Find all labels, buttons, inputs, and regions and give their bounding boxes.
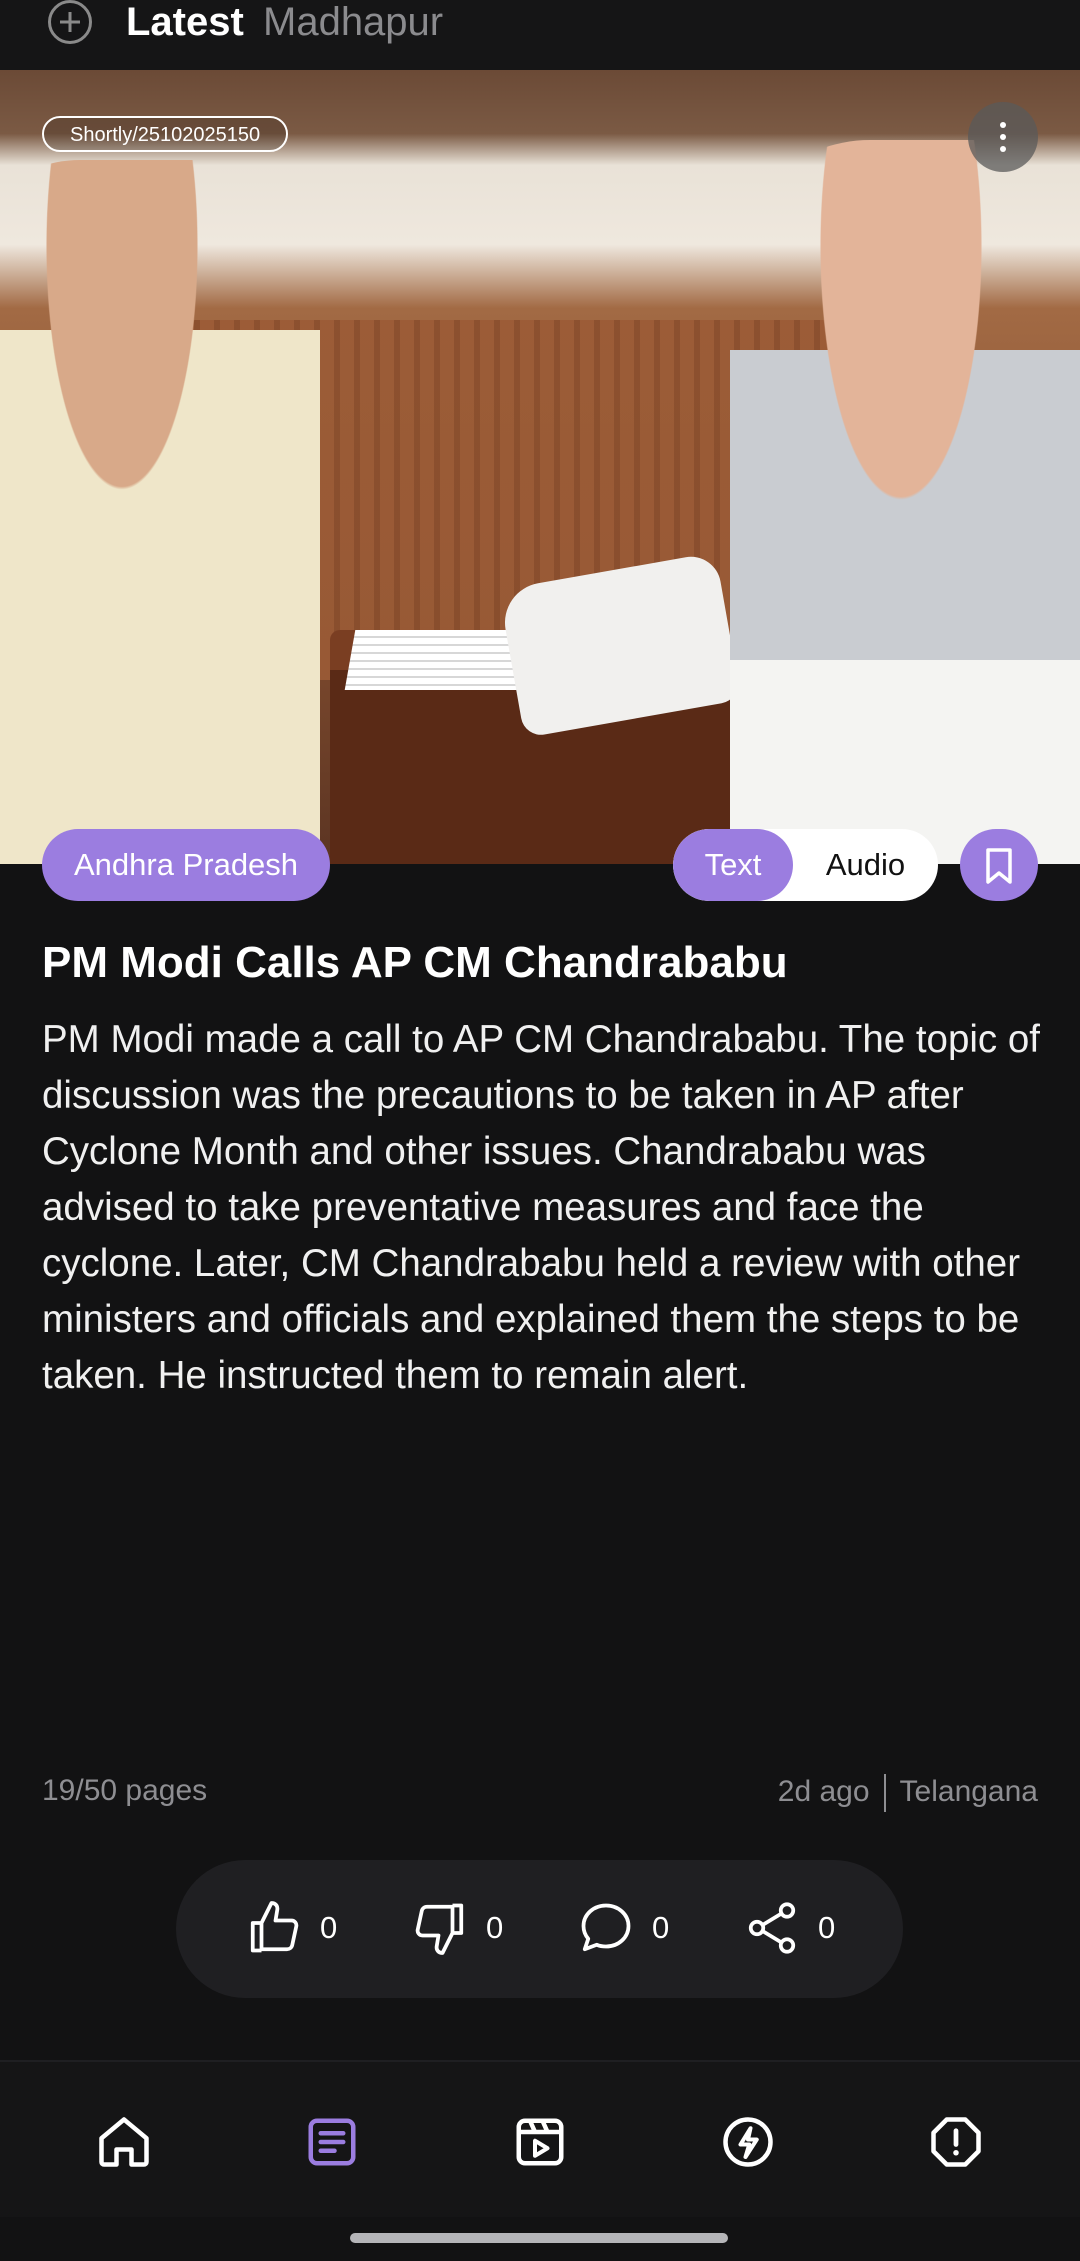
dislike-button[interactable]: 0 — [410, 1888, 520, 1970]
text-audio-toggle[interactable]: Text Audio — [673, 829, 938, 901]
like-button[interactable]: 0 — [244, 1888, 354, 1970]
bookmark-button[interactable] — [960, 829, 1038, 901]
video-icon — [516, 2118, 564, 2166]
reaction-bar: 0 0 0 0 — [176, 1860, 903, 1998]
comment-icon — [581, 1903, 631, 1952]
share-button[interactable]: 0 — [742, 1888, 852, 1970]
more-vertical-icon — [1000, 122, 1006, 128]
mode-text-option[interactable]: Text — [673, 829, 793, 901]
bookmark-icon — [986, 848, 1012, 884]
thumbs-down-icon — [415, 1903, 464, 1955]
news-screen: Latest Madhapur Shortly/25102025150 Andh… — [0, 0, 1080, 2261]
add-tab-icon[interactable] — [48, 0, 92, 44]
article-icon — [308, 2118, 356, 2166]
nav-articles[interactable] — [302, 2112, 362, 2172]
article-image — [0, 70, 1080, 864]
alert-icon — [931, 2117, 981, 2167]
comment-count: 0 — [652, 1910, 670, 1945]
nav-home[interactable] — [94, 2112, 154, 2172]
image-id-badge: Shortly/25102025150 — [42, 116, 289, 152]
share-count: 0 — [818, 1910, 836, 1945]
home-icon — [99, 2117, 149, 2167]
article-headline: PM Modi Calls AP CM Chandrababu — [42, 938, 788, 987]
bottom-navigation — [0, 2060, 1080, 2217]
top-tab-bar: Latest Madhapur — [0, 0, 1080, 70]
meta-divider — [883, 1774, 886, 1812]
category-chip[interactable]: Andhra Pradesh — [42, 829, 331, 901]
like-count: 0 — [320, 1910, 338, 1945]
more-options-button[interactable] — [968, 102, 1038, 172]
mode-audio-option[interactable]: Audio — [793, 829, 938, 901]
nav-videos[interactable] — [510, 2112, 570, 2172]
nav-flash[interactable] — [718, 2112, 778, 2172]
region-label: Telangana — [899, 1774, 1038, 1808]
share-icon — [748, 1902, 796, 1954]
time-ago: 2d ago — [777, 1774, 870, 1808]
comment-button[interactable]: 0 — [576, 1888, 686, 1970]
article-body: PM Modi made a call to AP CM Chandrababu… — [42, 1018, 1040, 1397]
flash-icon — [723, 2117, 773, 2167]
page-counter: 19/50 pages — [42, 1774, 208, 1807]
tab-latest[interactable]: Latest — [126, 0, 244, 44]
thumbs-up-icon — [250, 1901, 299, 1953]
nav-alerts[interactable] — [926, 2112, 986, 2172]
dislike-count: 0 — [486, 1910, 504, 1945]
tab-location[interactable]: Madhapur — [263, 0, 443, 44]
article-meta: 2d ago Telangana — [778, 1774, 1038, 1812]
home-indicator[interactable] — [350, 2233, 728, 2243]
